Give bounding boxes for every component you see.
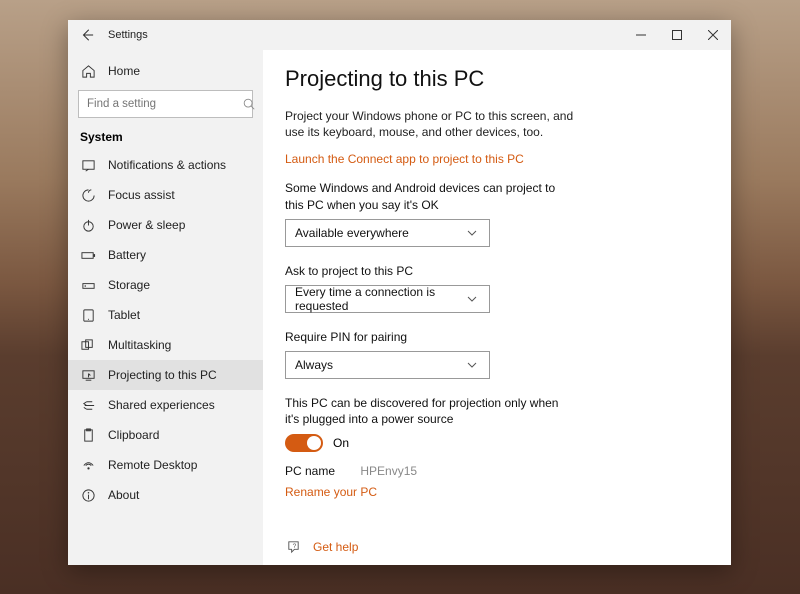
close-icon [705, 27, 721, 43]
minimize-button[interactable] [623, 20, 659, 50]
sidebar-item-power-sleep[interactable]: Power & sleep [68, 210, 263, 240]
ask-to-project-value: Every time a connection is requested [295, 285, 464, 313]
sidebar-item-storage[interactable]: Storage [68, 270, 263, 300]
sidebar-item-label: Remote Desktop [108, 458, 197, 472]
home-label: Home [108, 64, 140, 78]
availability-value: Available everywhere [295, 226, 409, 240]
sidebar-item-label: Tablet [108, 308, 140, 322]
clipboard-icon [80, 427, 96, 443]
battery-icon [80, 247, 96, 263]
sidebar-item-label: Multitasking [108, 338, 171, 352]
home-link[interactable]: Home [68, 56, 263, 86]
require-pin-value: Always [295, 358, 333, 372]
require-pin-label: Require PIN for pairing [285, 329, 575, 345]
sidebar-item-label: Shared experiences [108, 398, 215, 412]
sidebar-item-label: About [108, 488, 139, 502]
category-header: System [68, 124, 263, 150]
sidebar-item-label: Focus assist [108, 188, 175, 202]
close-button[interactable] [695, 20, 731, 50]
sidebar-item-projecting[interactable]: Projecting to this PC [68, 360, 263, 390]
sidebar-item-about[interactable]: About [68, 480, 263, 510]
feedback-icon [285, 563, 301, 566]
power-icon [80, 217, 96, 233]
maximize-icon [669, 27, 685, 43]
sidebar-item-clipboard[interactable]: Clipboard [68, 420, 263, 450]
chevron-down-icon [464, 357, 480, 373]
help-icon: ? [285, 539, 301, 555]
pc-name-row: PC name HPEnvy15 [285, 464, 709, 478]
content-area: Projecting to this PC Project your Windo… [263, 50, 731, 565]
sidebar-item-remote-desktop[interactable]: Remote Desktop [68, 450, 263, 480]
sidebar-item-label: Notifications & actions [108, 158, 226, 172]
sidebar-item-battery[interactable]: Battery [68, 240, 263, 270]
notifications-icon [80, 157, 96, 173]
pc-name-value: HPEnvy15 [360, 464, 417, 478]
sidebar-item-notifications[interactable]: Notifications & actions [68, 150, 263, 180]
focus-assist-icon [80, 187, 96, 203]
back-arrow-icon [79, 27, 95, 43]
discoverable-toggle[interactable]: On [285, 434, 349, 452]
maximize-button[interactable] [659, 20, 695, 50]
remote-desktop-icon [80, 457, 96, 473]
give-feedback-link[interactable]: Give feedback [313, 564, 390, 566]
storage-icon [80, 277, 96, 293]
ask-to-project-label: Ask to project to this PC [285, 263, 575, 279]
home-icon [80, 63, 96, 79]
sidebar-item-shared-experiences[interactable]: Shared experiences [68, 390, 263, 420]
chevron-down-icon [464, 225, 480, 241]
toggle-track [285, 434, 323, 452]
page-description: Project your Windows phone or PC to this… [285, 108, 575, 140]
tablet-icon [80, 307, 96, 323]
discoverable-label: This PC can be discovered for projection… [285, 395, 575, 427]
titlebar: Settings [68, 20, 731, 50]
launch-connect-link[interactable]: Launch the Connect app to project to thi… [285, 152, 524, 166]
availability-label: Some Windows and Android devices can pro… [285, 180, 575, 212]
app-title: Settings [108, 29, 148, 41]
sidebar: Home System Notifications & actions Focu… [68, 50, 263, 565]
page-title: Projecting to this PC [285, 66, 709, 92]
search-icon [241, 96, 257, 112]
sidebar-item-label: Power & sleep [108, 218, 185, 232]
sidebar-item-tablet[interactable]: Tablet [68, 300, 263, 330]
multitasking-icon [80, 337, 96, 353]
sidebar-item-label: Storage [108, 278, 150, 292]
shared-experiences-icon [80, 397, 96, 413]
sidebar-item-focus-assist[interactable]: Focus assist [68, 180, 263, 210]
search-input[interactable] [87, 98, 241, 110]
sidebar-item-label: Projecting to this PC [108, 368, 217, 382]
availability-select[interactable]: Available everywhere [285, 219, 490, 247]
toggle-state-label: On [333, 436, 349, 450]
rename-pc-link[interactable]: Rename your PC [285, 485, 377, 499]
get-help-link[interactable]: Get help [313, 540, 358, 554]
pc-name-label: PC name [285, 464, 335, 478]
chevron-down-icon [464, 291, 480, 307]
search-input-wrap[interactable] [78, 90, 253, 118]
back-button[interactable] [76, 24, 98, 46]
require-pin-select[interactable]: Always [285, 351, 490, 379]
svg-text:?: ? [292, 543, 296, 550]
about-icon [80, 487, 96, 503]
settings-window: Settings Home [68, 20, 731, 565]
projecting-icon [80, 367, 96, 383]
sidebar-item-multitasking[interactable]: Multitasking [68, 330, 263, 360]
sidebar-item-label: Clipboard [108, 428, 159, 442]
minimize-icon [633, 27, 649, 43]
sidebar-item-label: Battery [108, 248, 146, 262]
toggle-thumb [307, 436, 321, 450]
ask-to-project-select[interactable]: Every time a connection is requested [285, 285, 490, 313]
